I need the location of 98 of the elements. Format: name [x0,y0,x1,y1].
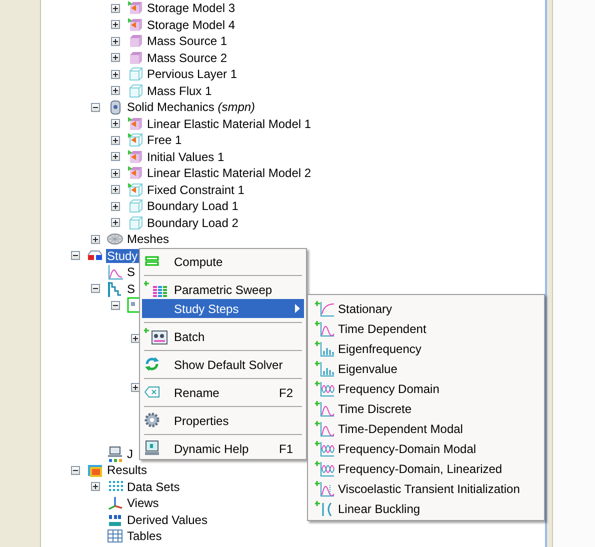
bar-graph-icon [315,341,335,357]
menu-item[interactable]: Stationary [310,299,542,319]
solver-icon [107,280,123,297]
tree-item[interactable]: S [126,282,136,296]
expand-toggle[interactable] [91,234,100,244]
batch-icon [144,328,168,345]
stationary-graph-icon [315,301,335,317]
expand-toggle[interactable] [111,20,120,30]
expand-toggle[interactable] [111,136,120,145]
menu-item[interactable]: Frequency-Domain Modal [310,439,542,459]
menu-item[interactable]: Parametric Sweep [142,280,304,299]
cube-icon [127,165,143,182]
tree-item[interactable]: Storage Model 3 [146,1,236,16]
menu-item[interactable]: Time Discrete [310,399,542,419]
tree-item[interactable]: J [126,446,134,461]
tree-item[interactable]: Solid Mechanics (smpn) [126,100,256,114]
expand-toggle[interactable] [111,119,120,128]
tree-item[interactable]: Tables [126,529,163,544]
menu-item[interactable]: Batch [142,327,304,346]
tree-item[interactable]: Views [126,496,160,510]
cube-icon [127,16,143,33]
menu-item[interactable]: Eigenvalue [310,359,542,379]
menu-item[interactable]: Dynamic Help F1 [142,439,304,458]
wireframe-cube-icon [127,214,143,231]
expand-toggle[interactable] [111,218,120,228]
expand-toggle[interactable] [111,53,120,62]
collapse-toggle[interactable] [71,466,80,475]
wireframe-cube-icon [127,198,143,214]
collapse-toggle[interactable] [71,251,80,260]
peak-graph-icon [315,401,335,417]
tree-item[interactable]: S [126,265,136,280]
cube-icon [127,0,143,16]
tree-item[interactable]: Derived Values [126,512,208,527]
tree-item[interactable]: Fixed Constraint 1 [146,182,246,197]
wireframe-cube-icon [127,82,143,99]
tree-item[interactable]: Results [106,463,148,478]
menu-item[interactable]: Time-Dependent Modal [310,419,542,439]
expand-toggle[interactable] [111,185,120,194]
axes-icon [107,495,123,512]
wireframe-cube-icon [127,132,143,148]
peak-graph-icon [315,421,335,437]
tree-item[interactable]: Mass Source 2 [146,50,228,65]
peak-graph-icon [315,481,335,497]
wave-graph-icon [315,381,335,397]
menu-item[interactable]: Frequency-Domain, Linearized [310,459,542,479]
expand-toggle[interactable] [111,86,120,96]
expand-toggle[interactable] [111,202,120,211]
tree-item[interactable]: Data Sets [126,480,181,494]
tree-item[interactable]: Mass Source 1 [146,34,228,48]
menu-item[interactable]: Compute [142,252,304,271]
collapse-toggle[interactable] [111,300,120,310]
tree-item[interactable]: Initial Values 1 [146,150,226,164]
peak-graph-icon [315,321,335,337]
menu-item[interactable]: Eigenfrequency [310,339,542,359]
wave-graph-icon [315,461,335,477]
bar-graph-icon [315,361,335,377]
gear-icon [144,412,160,429]
expand-toggle[interactable] [111,168,120,178]
expand-toggle[interactable] [111,36,120,46]
tree-item[interactable]: Storage Model 4 [146,18,236,32]
cube-icon [127,116,143,132]
menu-item[interactable]: Show Default Solver [142,355,304,374]
menu-item[interactable]: Study Steps [142,299,304,318]
expand-toggle[interactable] [111,70,120,79]
cube-icon [127,33,143,50]
collapse-toggle[interactable] [91,284,100,294]
tree-item[interactable]: Boundary Load 2 [146,216,240,230]
tree-item[interactable]: Mass Flux 1 [146,84,213,98]
menu-item[interactable]: Viscoelastic Transient Initialization [310,479,542,499]
tree-item[interactable]: Meshes [126,232,170,246]
table-icon [107,528,123,544]
tree-item[interactable]: Linear Elastic Material Model 1 [146,116,312,131]
sweep-bars-icon [144,281,168,298]
collapse-toggle[interactable] [91,102,100,112]
cube-icon [127,148,143,165]
refresh-arrows-icon [144,356,160,373]
tree-item[interactable]: Study [106,248,139,263]
expand-toggle[interactable] [111,4,120,13]
help-computer-icon [144,440,160,457]
computer-icon [107,446,123,462]
tree-item[interactable]: Pervious Layer 1 [146,67,238,82]
wave-graph-icon [315,441,335,457]
menu-item[interactable]: Time Dependent [310,319,542,339]
menu-item[interactable]: Frequency Domain [310,379,542,399]
menu-item[interactable]: Rename F2 [142,383,304,402]
tree-item[interactable]: Linear Elastic Material Model 2 [146,166,312,180]
cube-icon [127,50,143,66]
wireframe-cube-icon [127,182,143,198]
menu-item[interactable]: Linear Buckling [310,499,542,519]
mesh-disk-icon [107,231,123,248]
expand-toggle[interactable] [91,482,100,492]
tree-item[interactable]: Boundary Load 1 [146,199,240,214]
menu-item[interactable]: Properties [142,411,304,430]
graph-icon [107,264,123,280]
results-folder-icon [87,462,103,478]
tree-item[interactable]: Free 1 [146,133,183,148]
wireframe-cube-icon [127,66,143,82]
expand-toggle[interactable] [111,152,120,162]
